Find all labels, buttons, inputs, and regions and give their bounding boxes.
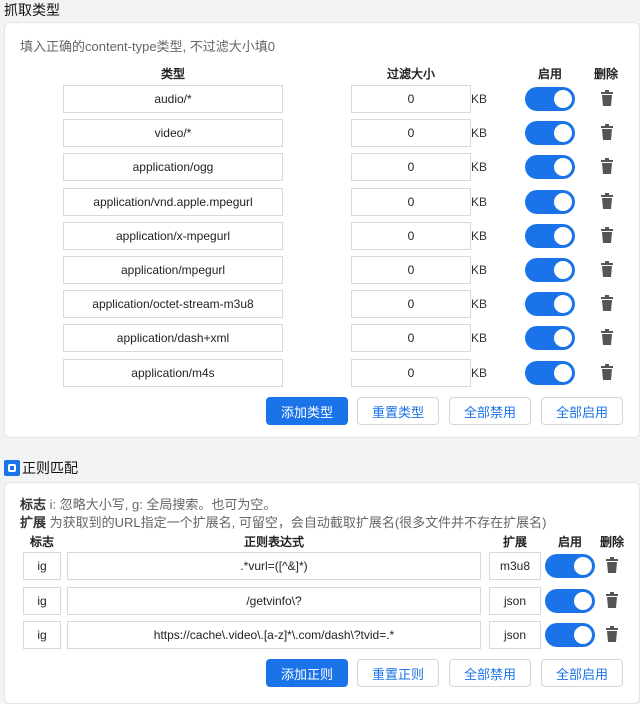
regex-enable-toggle[interactable] bbox=[545, 554, 595, 578]
type-input[interactable]: application/m4s bbox=[63, 358, 283, 387]
flag-input[interactable]: ig bbox=[23, 586, 61, 615]
size-input[interactable]: 0 bbox=[351, 290, 471, 319]
enable-all-types-button[interactable]: 全部启用 bbox=[541, 397, 623, 425]
regex-enable-toggle[interactable] bbox=[545, 588, 595, 613]
size-unit: KB bbox=[471, 297, 488, 312]
size-input[interactable]: 0 bbox=[351, 358, 471, 387]
enable-all-regex-button[interactable]: 全部启用 bbox=[541, 659, 623, 687]
trash-icon[interactable] bbox=[600, 261, 614, 277]
type-input[interactable]: video/* bbox=[63, 119, 283, 148]
regex-input[interactable]: .*vurl=([^&]*) bbox=[67, 552, 481, 580]
size-unit: KB bbox=[471, 160, 488, 175]
trash-icon[interactable] bbox=[600, 295, 614, 312]
size-input[interactable]: 0 bbox=[351, 324, 471, 353]
col-header-regex-enable: 启用 bbox=[557, 535, 582, 549]
type-input[interactable]: application/ogg bbox=[63, 153, 283, 182]
disable-all-types-button[interactable]: 全部禁用 bbox=[449, 397, 531, 425]
regex-hint-ext-text: 为获取到的URL指定一个扩展名, 可留空，会自动截取扩展名(很多文件并不存在扩展… bbox=[46, 515, 547, 530]
trash-icon[interactable] bbox=[605, 626, 619, 642]
size-input[interactable]: 0 bbox=[351, 187, 471, 216]
size-unit: KB bbox=[471, 331, 488, 346]
regex-hint-ext-label: 扩展 bbox=[20, 515, 47, 530]
regex-icon bbox=[4, 460, 20, 476]
enable-toggle[interactable] bbox=[525, 258, 575, 282]
regex-enable-toggle[interactable] bbox=[545, 623, 595, 647]
col-header-type: 类型 bbox=[160, 67, 185, 81]
trash-icon[interactable] bbox=[600, 90, 614, 106]
trash-icon[interactable] bbox=[600, 124, 614, 141]
size-unit: KB bbox=[471, 263, 488, 277]
regex-hint-ext: 扩展 为获取到的URL指定一个扩展名, 可留空，会自动截取扩展名(很多文件并不存… bbox=[20, 512, 547, 531]
reset-type-button[interactable]: 重置类型 bbox=[357, 397, 439, 425]
type-input[interactable]: application/octet-stream-m3u8 bbox=[63, 290, 283, 319]
regex-hint-flags-label: 标志 bbox=[20, 497, 47, 512]
size-input[interactable]: 0 bbox=[351, 153, 471, 182]
regex-hint-flags: 标志 i: 忽略大小写, g: 全局搜索。也可为空。 bbox=[20, 494, 276, 513]
size-input[interactable]: 0 bbox=[351, 119, 471, 148]
type-input[interactable]: application/dash+xml bbox=[63, 324, 283, 353]
col-header-flag: 标志 bbox=[29, 535, 54, 549]
regex-section-label: 正则匹配 bbox=[22, 460, 78, 476]
enable-toggle[interactable] bbox=[525, 360, 575, 385]
regex-input[interactable]: https://cache\.video\.[a-z]*\.com/dash\?… bbox=[67, 621, 481, 649]
col-header-expr: 正则表达式 bbox=[243, 535, 304, 549]
enable-toggle[interactable] bbox=[525, 87, 575, 111]
size-input[interactable]: 0 bbox=[351, 221, 471, 250]
type-input[interactable]: application/mpegurl bbox=[63, 256, 283, 284]
regex-card: 标志 i: 忽略大小写, g: 全局搜索。也可为空。 扩展 为获取到的URL指定… bbox=[4, 482, 640, 704]
trash-icon[interactable] bbox=[600, 226, 614, 243]
enable-toggle[interactable] bbox=[525, 223, 575, 248]
type-input[interactable]: application/vnd.apple.mpegurl bbox=[63, 187, 283, 216]
add-regex-button[interactable]: 添加正则 bbox=[266, 659, 348, 687]
col-header-delete: 删除 bbox=[593, 67, 618, 81]
enable-toggle[interactable] bbox=[525, 121, 575, 146]
trash-icon[interactable] bbox=[600, 158, 614, 175]
size-unit: KB bbox=[471, 126, 488, 141]
flag-input[interactable]: ig bbox=[23, 552, 61, 580]
add-type-button[interactable]: 添加类型 bbox=[266, 397, 348, 425]
col-header-regex-delete: 删除 bbox=[599, 535, 624, 549]
type-input[interactable]: application/x-mpegurl bbox=[63, 221, 283, 250]
enable-toggle[interactable] bbox=[525, 292, 575, 317]
enable-toggle[interactable] bbox=[525, 189, 575, 214]
capture-card: 填入正确的content-type类型, 不过滤大小填0 类型 过滤大小 启用 … bbox=[4, 22, 640, 438]
trash-icon[interactable] bbox=[605, 591, 619, 608]
ext-input[interactable]: m3u8 bbox=[489, 552, 541, 580]
type-input[interactable]: audio/* bbox=[63, 85, 283, 113]
capture-hint: 填入正确的content-type类型, 不过滤大小填0 bbox=[20, 39, 275, 54]
size-unit: KB bbox=[471, 92, 488, 106]
disable-all-regex-button[interactable]: 全部禁用 bbox=[449, 659, 531, 687]
col-header-enable: 启用 bbox=[537, 67, 562, 81]
trash-icon[interactable] bbox=[600, 363, 614, 380]
size-unit: KB bbox=[471, 194, 488, 209]
regex-section-title: 正则匹配 bbox=[4, 458, 78, 478]
capture-section-title: 抓取类型 bbox=[4, 2, 60, 18]
flag-input[interactable]: ig bbox=[23, 621, 61, 649]
size-input[interactable]: 0 bbox=[351, 85, 471, 113]
size-input[interactable]: 0 bbox=[351, 256, 471, 284]
size-unit: KB bbox=[471, 228, 488, 243]
trash-icon[interactable] bbox=[605, 557, 619, 573]
trash-icon[interactable] bbox=[600, 329, 614, 346]
reset-regex-button[interactable]: 重置正则 bbox=[357, 659, 439, 687]
col-header-size: 过滤大小 bbox=[386, 67, 435, 81]
ext-input[interactable]: json bbox=[489, 621, 541, 649]
regex-hint-flags-text: i: 忽略大小写, g: 全局搜索。也可为空。 bbox=[46, 497, 277, 512]
enable-toggle[interactable] bbox=[525, 326, 575, 351]
ext-input[interactable]: json bbox=[489, 586, 541, 615]
trash-icon[interactable] bbox=[600, 192, 614, 209]
col-header-ext: 扩展 bbox=[502, 535, 527, 549]
enable-toggle[interactable] bbox=[525, 155, 575, 180]
size-unit: KB bbox=[471, 365, 488, 380]
regex-input[interactable]: /getvinfo\? bbox=[67, 586, 481, 615]
